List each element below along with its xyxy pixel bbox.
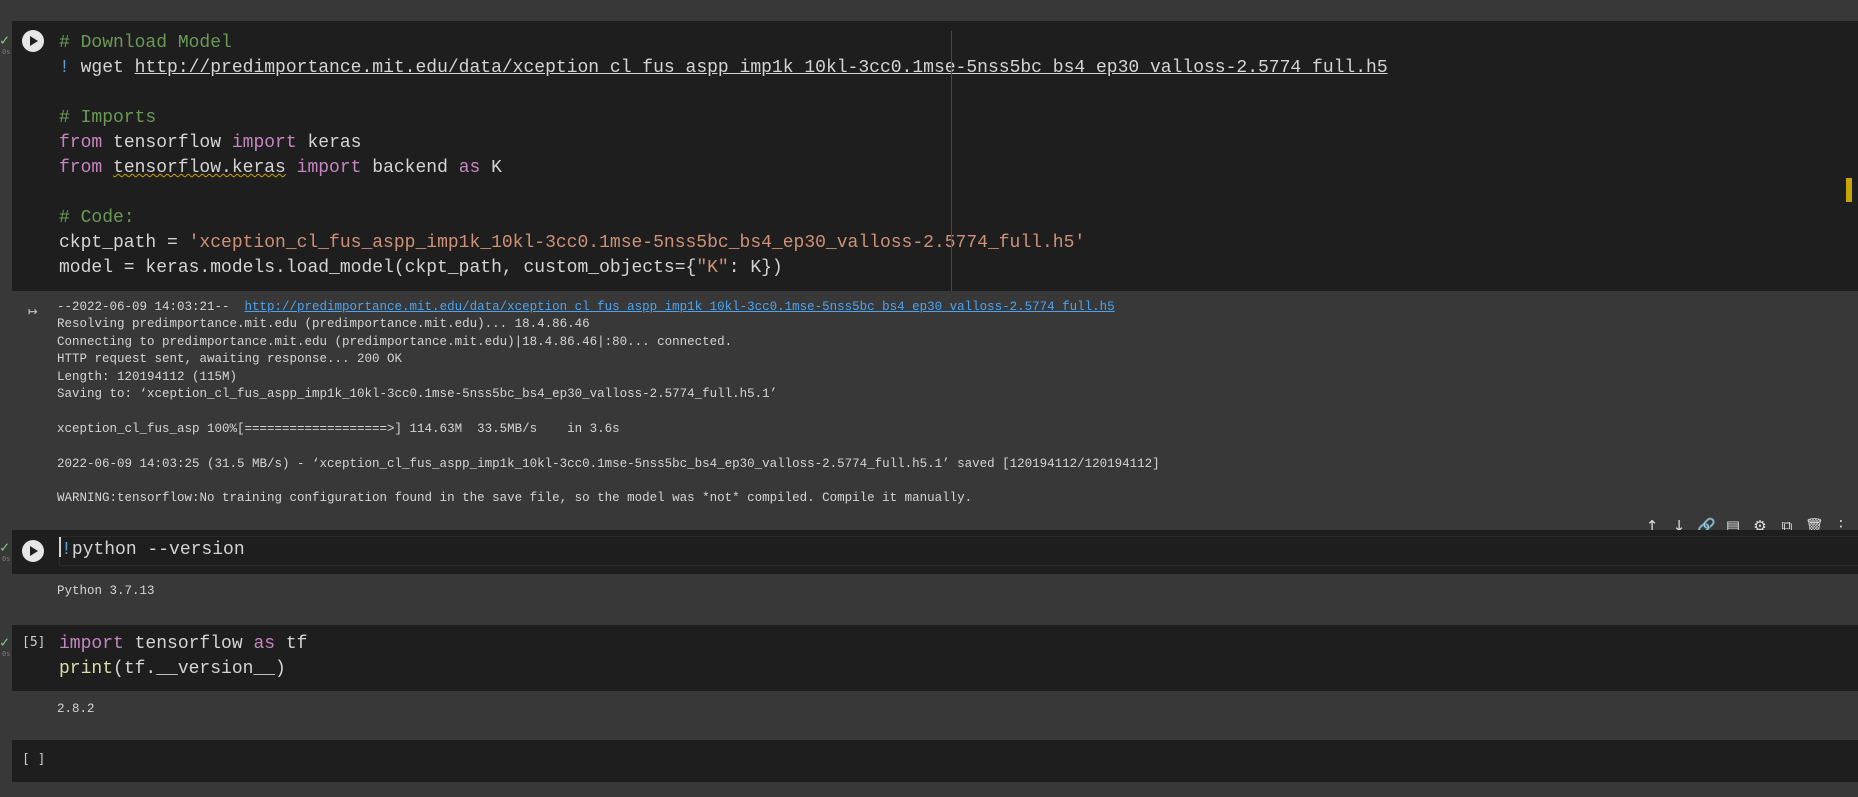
code-token: import xyxy=(296,158,373,178)
code-line: ckpt_path = 'xception_cl_fus_aspp_imp1k_… xyxy=(59,231,1388,256)
code-token: as xyxy=(253,634,286,654)
output-cell-3: 2.8.2 xyxy=(12,691,1858,736)
output-cell-2: Python 3.7.13 xyxy=(12,574,1858,610)
run-cell-button[interactable] xyxy=(22,540,44,562)
output-redirect-icon[interactable]: ↦ xyxy=(28,301,38,320)
code-cell-4[interactable]: [ ] xyxy=(12,740,1858,782)
code-cell-1[interactable]: ✓ 0s # Download Model! wget http://predi… xyxy=(0,21,1858,291)
output-download-link[interactable]: http://predimportance.mit.edu/data/xcept… xyxy=(245,300,1115,314)
cell-2-code: !python --version xyxy=(59,537,245,563)
line-length-ruler xyxy=(951,31,952,291)
code-token: "K" xyxy=(696,258,729,278)
code-token: tensorflow xyxy=(134,634,254,654)
code-token: # Imports xyxy=(59,108,157,128)
cell-3-code-editor[interactable]: import tensorflow as tf print(tf.__versio… xyxy=(59,632,307,682)
code-line: ! wget http://predimportance.mit.edu/dat… xyxy=(59,56,1388,81)
code-token: as xyxy=(458,158,492,178)
code-bang: ! xyxy=(61,540,72,560)
code-line: # Download Model xyxy=(59,31,1388,56)
code-token: ckpt_path = xyxy=(59,233,189,253)
code-line: # Code: xyxy=(59,206,1388,231)
execution-count[interactable]: [5] xyxy=(22,635,45,650)
code-cell-3[interactable]: ✓ 0s [5] import tensorflow as tf print(tf… xyxy=(0,625,1858,691)
scrollbar-marker[interactable] xyxy=(1846,178,1852,202)
code-token: tf xyxy=(285,634,308,654)
cell-1-code-editor[interactable]: # Download Model! wget http://predimport… xyxy=(59,31,1388,281)
code-token: K xyxy=(491,158,502,178)
play-icon xyxy=(30,546,38,556)
code-token: backend xyxy=(372,158,459,178)
code-token: print xyxy=(59,659,114,679)
executed-check-icon: ✓ xyxy=(0,538,10,556)
output-lines: Resolving predimportance.mit.edu (predim… xyxy=(57,317,1160,506)
exec-time: 0s xyxy=(2,555,11,563)
exec-time: 0s xyxy=(2,650,11,658)
output-cell-1: ↦ --2022-06-09 14:03:21-- http://predimp… xyxy=(12,291,1858,516)
code-line: import tensorflow as tf xyxy=(59,632,307,657)
code-token: tensorflow xyxy=(113,133,232,153)
code-line: # Imports xyxy=(59,106,1388,131)
execution-count[interactable]: [ ] xyxy=(22,752,45,767)
executed-check-icon: ✓ xyxy=(0,633,10,651)
code-token: import xyxy=(231,133,308,153)
cell-3-output-text: 2.8.2 xyxy=(57,702,95,716)
run-cell-button[interactable] xyxy=(22,30,44,52)
cell-2-code-editor[interactable] xyxy=(59,536,1858,566)
code-token: : K}) xyxy=(728,258,783,278)
code-token: (tf.__version__) xyxy=(113,659,286,679)
code-token: wget xyxy=(80,58,135,78)
code-text: python --version xyxy=(71,540,245,560)
code-line: print(tf.__version__) xyxy=(59,657,307,682)
code-cell-2[interactable]: ✓ 0s !python --version xyxy=(0,530,1858,574)
output-link-prefix: --2022-06-09 14:03:21-- xyxy=(57,300,245,314)
code-token: from xyxy=(59,133,114,153)
code-line: from tensorflow import keras xyxy=(59,131,1388,156)
code-token: tensorflow.keras xyxy=(113,158,286,178)
play-icon xyxy=(30,36,38,46)
code-token: keras xyxy=(307,133,362,153)
code-token: model = keras.models.load_model(ckpt_pat… xyxy=(59,258,697,278)
code-token: import xyxy=(59,634,135,654)
code-token: ! xyxy=(59,58,81,78)
code-token: http://predimportance.mit.edu/data/xcept… xyxy=(134,58,1388,78)
code-line: model = keras.models.load_model(ckpt_pat… xyxy=(59,256,1388,281)
exec-time: 0s xyxy=(2,48,11,56)
code-token: from xyxy=(59,158,114,178)
code-token: # Download Model xyxy=(59,33,232,53)
executed-check-icon: ✓ xyxy=(0,31,10,49)
code-line: from tensorflow.keras import backend as … xyxy=(59,156,1388,181)
cell-1-output-text: --2022-06-09 14:03:21-- http://predimpor… xyxy=(57,299,1160,508)
cell-2-output-text: Python 3.7.13 xyxy=(57,584,155,598)
code-token: # Code: xyxy=(59,208,135,228)
